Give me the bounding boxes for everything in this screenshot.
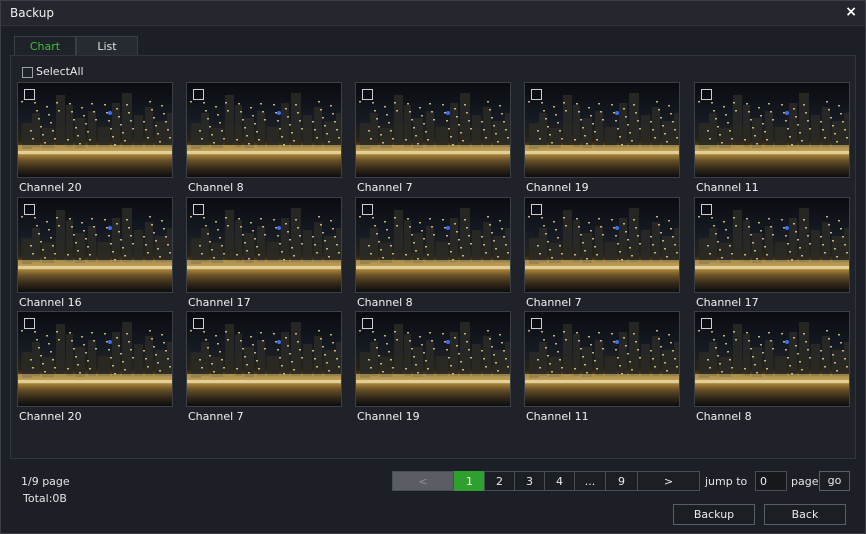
channel-tile[interactable]: Channel 11 xyxy=(694,82,850,196)
channel-checkbox[interactable] xyxy=(24,204,35,215)
channel-label: Channel 8 xyxy=(188,181,244,194)
channel-tile[interactable]: Channel 7 xyxy=(355,82,511,196)
channel-checkbox[interactable] xyxy=(701,318,712,329)
channel-thumbnail[interactable] xyxy=(524,311,680,407)
backup-dialog: Backup × Chart List SelectAll Channel 20… xyxy=(0,0,866,534)
channel-checkbox[interactable] xyxy=(193,318,204,329)
next-page-button[interactable]: > xyxy=(637,471,700,491)
prev-page-button[interactable]: < xyxy=(392,471,454,491)
channel-label: Channel 7 xyxy=(188,410,244,423)
channel-thumbnail[interactable] xyxy=(186,82,342,178)
jump-to-label: jump to xyxy=(705,475,748,488)
channel-checkbox[interactable] xyxy=(701,89,712,100)
channel-thumbnail[interactable] xyxy=(17,82,173,178)
channel-label: Channel 7 xyxy=(357,181,413,194)
page-button-3[interactable]: 3 xyxy=(514,471,545,491)
channel-tile[interactable]: Channel 11 xyxy=(524,311,680,425)
channel-thumbnail[interactable] xyxy=(355,311,511,407)
select-all[interactable]: SelectAll xyxy=(22,65,84,78)
channel-tile[interactable]: Channel 19 xyxy=(355,311,511,425)
go-button[interactable]: go xyxy=(819,471,850,491)
channel-label: Channel 19 xyxy=(526,181,589,194)
channel-thumbnail[interactable] xyxy=(17,197,173,293)
close-icon[interactable]: × xyxy=(845,4,857,20)
title-bar: Backup × xyxy=(1,1,865,26)
channel-checkbox[interactable] xyxy=(193,204,204,215)
channel-tile[interactable]: Channel 7 xyxy=(186,311,342,425)
thumbnail-panel: SelectAll Channel 20 Channel 8 Channel 7 Ch… xyxy=(10,55,856,459)
channel-checkbox[interactable] xyxy=(362,318,373,329)
channel-label: Channel 19 xyxy=(357,410,420,423)
channel-label: Channel 11 xyxy=(696,181,759,194)
channel-label: Channel 8 xyxy=(357,296,413,309)
channel-tile[interactable]: Channel 20 xyxy=(17,82,173,196)
channel-checkbox[interactable] xyxy=(193,89,204,100)
select-all-label: SelectAll xyxy=(36,65,84,78)
channel-checkbox[interactable] xyxy=(531,318,542,329)
channel-thumbnail[interactable] xyxy=(355,197,511,293)
back-button[interactable]: Back xyxy=(764,504,846,525)
channel-checkbox[interactable] xyxy=(701,204,712,215)
page-ellipsis[interactable]: ... xyxy=(574,471,606,491)
channel-tile[interactable]: Channel 7 xyxy=(524,197,680,311)
channel-thumbnail[interactable] xyxy=(694,197,850,293)
channel-tile[interactable]: Channel 17 xyxy=(186,197,342,311)
channel-thumbnail[interactable] xyxy=(694,82,850,178)
channel-label: Channel 8 xyxy=(696,410,752,423)
channel-label: Channel 17 xyxy=(188,296,251,309)
page-button-9[interactable]: 9 xyxy=(605,471,638,491)
channel-thumbnail[interactable] xyxy=(524,197,680,293)
total-size: Total:0B xyxy=(23,492,67,505)
channel-label: Channel 17 xyxy=(696,296,759,309)
tab-list[interactable]: List xyxy=(76,36,138,56)
channel-checkbox[interactable] xyxy=(362,89,373,100)
channel-label: Channel 16 xyxy=(19,296,82,309)
channel-checkbox[interactable] xyxy=(362,204,373,215)
channel-tile[interactable]: Channel 20 xyxy=(17,311,173,425)
channel-checkbox[interactable] xyxy=(24,89,35,100)
channel-tile[interactable]: Channel 17 xyxy=(694,197,850,311)
dialog-title: Backup xyxy=(10,6,54,20)
channel-thumbnail[interactable] xyxy=(524,82,680,178)
channel-thumbnail[interactable] xyxy=(694,311,850,407)
channel-thumbnail[interactable] xyxy=(186,311,342,407)
tab-chart[interactable]: Chart xyxy=(14,36,76,56)
channel-label: Channel 7 xyxy=(526,296,582,309)
page-button-1[interactable]: 1 xyxy=(454,471,485,491)
channel-thumbnail[interactable] xyxy=(186,197,342,293)
page-label: page xyxy=(791,475,819,488)
channel-tile[interactable]: Channel 19 xyxy=(524,82,680,196)
channel-tile[interactable]: Channel 16 xyxy=(17,197,173,311)
channel-thumbnail[interactable] xyxy=(17,311,173,407)
backup-button[interactable]: Backup xyxy=(673,504,755,525)
channel-label: Channel 20 xyxy=(19,410,82,423)
page-button-4[interactable]: 4 xyxy=(544,471,575,491)
channel-tile[interactable]: Channel 8 xyxy=(186,82,342,196)
channel-label: Channel 20 xyxy=(19,181,82,194)
page-info: 1/9 page xyxy=(21,475,70,488)
page-button-2[interactable]: 2 xyxy=(484,471,515,491)
select-all-checkbox[interactable] xyxy=(22,66,33,78)
channel-checkbox[interactable] xyxy=(531,89,542,100)
channel-tile[interactable]: Channel 8 xyxy=(694,311,850,425)
channel-thumbnail[interactable] xyxy=(355,82,511,178)
channel-tile[interactable]: Channel 8 xyxy=(355,197,511,311)
channel-checkbox[interactable] xyxy=(531,204,542,215)
channel-label: Channel 11 xyxy=(526,410,589,423)
jump-page-input[interactable] xyxy=(755,471,787,491)
channel-checkbox[interactable] xyxy=(24,318,35,329)
